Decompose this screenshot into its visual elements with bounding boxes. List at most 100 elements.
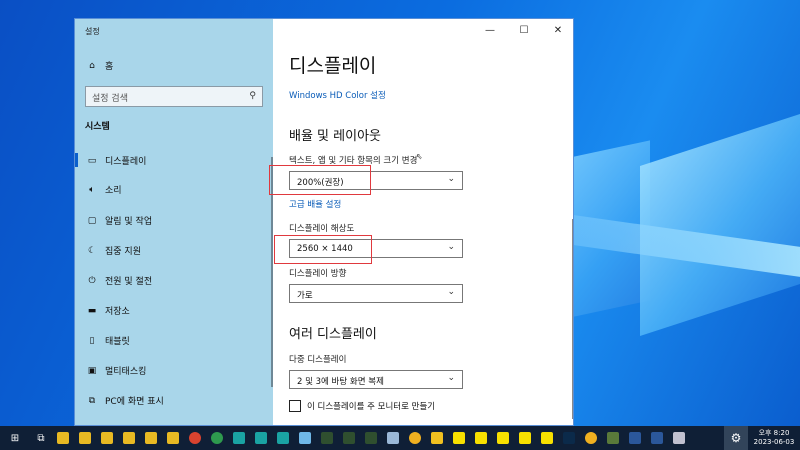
app-circle-icon[interactable] [580,426,602,450]
chrome-icon[interactable] [184,426,206,450]
folder-icon[interactable] [162,426,184,450]
search-placeholder: 설정 검색 [92,94,128,104]
highlight-box [269,165,371,195]
sidebar-item-power[interactable]: ⏻ 전원 및 절전 [85,274,153,288]
sidebar-item-notifications[interactable]: ▢ 알림 및 작업 [85,214,153,228]
terminal-icon[interactable] [316,426,338,450]
sidebar-item-tablet[interactable]: ▯ 태블릿 [85,334,130,348]
page-title: 디스플레이 [289,55,377,77]
home-label: 홈 [105,62,114,72]
moon-icon: ☾ [87,245,97,256]
sidebar-item-project[interactable]: ⧉ PC에 화면 표시 [85,394,164,408]
multi-display-value: 2 및 3에 바탕 화면 복제 [297,377,384,387]
taskbar: ⊞ ⧉ ⚙ 오후 8:20 2023-06-03 [0,426,800,450]
maximize-icon[interactable]: ☐ [507,19,541,41]
chevron-down-icon: ⌄ [447,242,455,252]
media-player-icon[interactable] [404,426,426,450]
sidebar: 설정 ⌂ 홈 설정 검색 ⚲ 시스템 ▭ 디스플레이 🔈︎ 소리 ▢ 알림 및 … [75,19,273,425]
multi-display-dropdown[interactable]: 2 및 3에 바탕 화면 복제 ⌄ [289,370,463,389]
desktop-light-shape [640,114,800,336]
system-tray: ⚙ 오후 8:20 2023-06-03 [724,426,800,450]
app-icon[interactable] [272,426,294,450]
kakaotalk-icon[interactable] [448,426,470,450]
home-icon: ⌂ [89,60,95,71]
chevron-down-icon: ⌄ [447,287,455,297]
kakaotalk-icon[interactable] [536,426,558,450]
main-scrollbar[interactable] [572,219,573,419]
tablet-icon: ▯ [89,335,95,346]
start-windows-icon[interactable]: ⊞ [0,426,30,450]
close-icon[interactable]: ✕ [541,19,573,41]
power-icon: ⏻ [88,275,96,286]
primary-display-checkbox[interactable]: 이 디스플레이를 주 모니터로 만들기 [289,400,435,412]
search-icon: ⚲ [249,91,256,101]
app-icon[interactable] [250,426,272,450]
sidebar-item-label: 멀티태스킹 [105,367,147,377]
window-controls: — ☐ ✕ [473,19,573,41]
sidebar-item-sound[interactable]: 🔈︎ 소리 [85,183,122,197]
sidebar-item-multitasking[interactable]: ▣ 멀티태스킹 [85,364,147,378]
multi-display-label: 다중 디스플레이 [289,355,347,365]
sidebar-item-label: 소리 [105,186,122,196]
kakaotalk-icon[interactable] [492,426,514,450]
scale-layout-heading: 배율 및 레이아웃 [289,129,381,144]
folder-icon[interactable] [74,426,96,450]
advanced-scaling-link[interactable]: 고급 배율 설정 [289,198,341,210]
multi-display-heading: 여러 디스플레이 [289,327,377,342]
notification-icon: ▢ [87,215,97,226]
sidebar-item-focus-assist[interactable]: ☾ 집중 지원 [85,244,141,258]
terminal-icon[interactable] [338,426,360,450]
orientation-label: 디스플레이 방향 [289,269,347,279]
hd-color-settings-link[interactable]: Windows HD Color 설정 [289,89,386,101]
minimize-icon[interactable]: — [473,19,507,41]
sidebar-item-display[interactable]: ▭ 디스플레이 [85,154,147,168]
project-icon: ⧉ [88,395,96,406]
resolution-label: 디스플레이 해상도 [289,224,355,234]
mouse-cursor: ⇖ [416,152,423,161]
app-icon[interactable] [668,426,690,450]
word-icon[interactable] [646,426,668,450]
kakaotalk-icon[interactable] [514,426,536,450]
chrome-icon[interactable] [206,426,228,450]
sidebar-item-label: 디스플레이 [105,157,147,167]
clock[interactable]: 오후 8:20 2023-06-03 [748,429,800,447]
notepad-icon[interactable] [294,426,316,450]
sidebar-item-label: PC에 화면 표시 [105,397,164,407]
orientation-dropdown[interactable]: 가로 ⌄ [289,284,463,303]
kakaotalk-icon[interactable] [470,426,492,450]
chip-icon[interactable] [602,426,624,450]
section-label-system: 시스템 [85,122,110,132]
sidebar-item-label: 집중 지원 [105,247,141,257]
image-icon[interactable] [382,426,404,450]
checkbox-box[interactable] [289,400,301,412]
settings-search-input[interactable]: 설정 검색 ⚲ [85,86,263,107]
task-view-icon[interactable]: ⧉ [30,426,52,450]
sidebar-item-storage[interactable]: ▬ 저장소 [85,304,130,318]
primary-display-label: 이 디스플레이를 주 모니터로 만들기 [307,402,436,412]
lock-icon[interactable] [426,426,448,450]
chevron-down-icon: ⌄ [447,174,455,184]
home-link[interactable]: ⌂ 홈 [85,59,114,73]
storage-icon: ▬ [87,305,97,316]
folder-icon[interactable] [118,426,140,450]
speaker-icon: 🔈︎ [89,184,95,195]
monitor-icon: ▭ [87,155,97,166]
folder-icon[interactable] [52,426,74,450]
app-icon[interactable] [228,426,250,450]
orientation-value: 가로 [297,291,313,301]
gear-icon[interactable]: ⚙ [724,426,748,450]
sidebar-item-label: 알림 및 작업 [105,217,153,227]
clock-date: 2023-06-03 [753,438,795,446]
sidebar-item-label: 저장소 [105,307,130,317]
window-title: 설정 [85,27,100,36]
folder-icon[interactable] [140,426,162,450]
word-icon[interactable] [624,426,646,450]
highlight-box [274,235,372,264]
photoshop-icon[interactable] [558,426,580,450]
sidebar-item-label: 전원 및 절전 [105,277,153,287]
terminal-icon[interactable] [360,426,382,450]
settings-window: 설정 ⌂ 홈 설정 검색 ⚲ 시스템 ▭ 디스플레이 🔈︎ 소리 ▢ 알림 및 … [74,18,574,426]
folder-icon[interactable] [96,426,118,450]
sidebar-item-label: 태블릿 [105,337,130,347]
main-content: — ☐ ✕ 디스플레이 Windows HD Color 설정 배율 및 레이아… [269,19,573,425]
